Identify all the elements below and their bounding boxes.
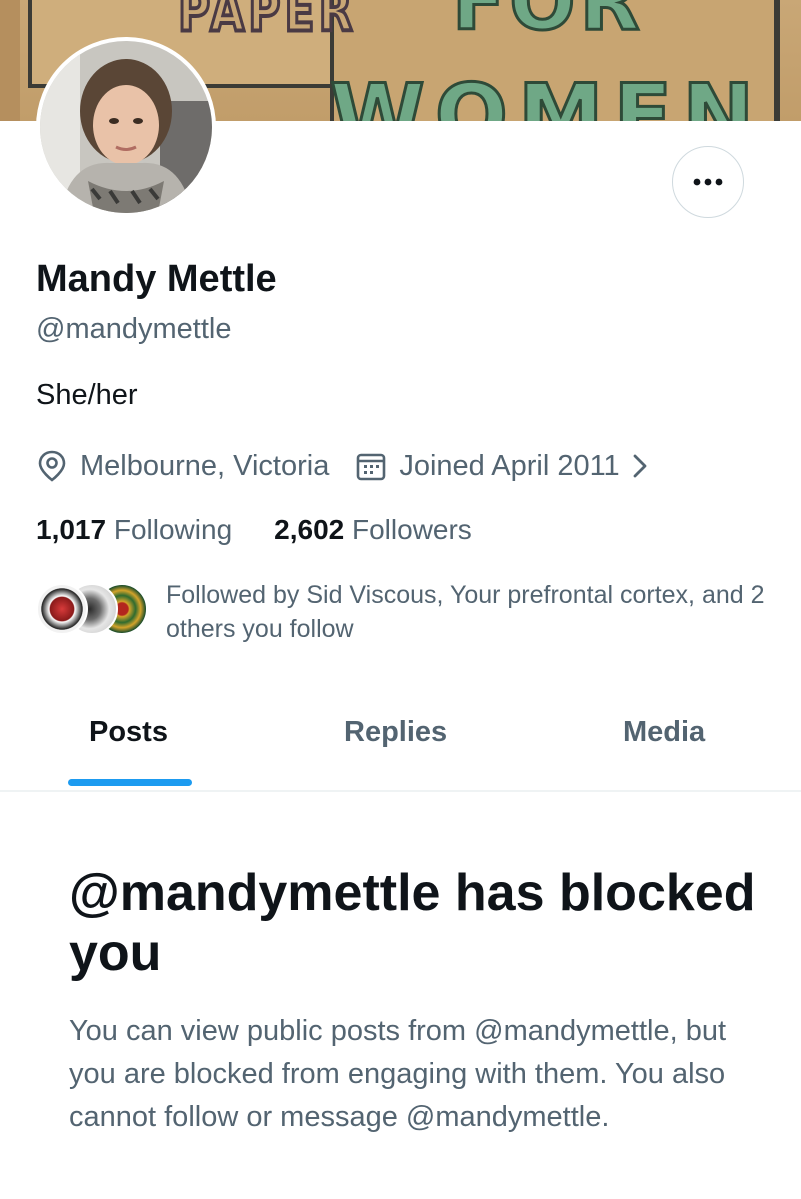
chevron-right-icon	[632, 453, 648, 479]
banner-word-women: WOMEN	[328, 65, 765, 122]
tab-replies[interactable]: Replies	[344, 716, 447, 749]
follower-avatar	[36, 583, 88, 635]
profile-tabs: Posts Replies Media	[0, 690, 801, 791]
location-text: Melbourne, Victoria	[80, 449, 330, 482]
followed-by-row[interactable]: Followed by Sid Viscous, Your prefrontal…	[36, 578, 766, 646]
following-label: Following	[113, 514, 233, 545]
location-pin-icon	[36, 449, 68, 483]
followers-label: Followers	[352, 514, 472, 545]
blocked-body: You can view public posts from @mandymet…	[69, 1015, 727, 1133]
followers-count: 2,602	[274, 514, 345, 545]
tab-media[interactable]: Media	[623, 716, 705, 749]
profile-bio: She/her	[36, 379, 138, 411]
following-count: 1,017	[36, 514, 107, 545]
tab-posts[interactable]: Posts	[89, 716, 168, 749]
avatar-photo	[40, 41, 212, 213]
more-options-button[interactable]	[672, 146, 744, 218]
profile-handle: @mandymettle	[36, 313, 232, 345]
more-dots-icon	[693, 178, 723, 186]
tabs-divider	[0, 790, 801, 792]
profile-page: PAPER FOR WOMEN Mandy Mettle @mandymettl…	[0, 0, 801, 1199]
active-tab-indicator	[68, 779, 192, 786]
joined-item[interactable]: Joined April 2011	[355, 450, 647, 483]
blocked-title: @mandymettle has blocked you	[69, 864, 756, 982]
calendar-icon	[355, 450, 387, 482]
location-item: Melbourne, Victoria	[36, 449, 329, 483]
profile-avatar[interactable]	[36, 37, 216, 217]
following-link[interactable]: 1,017 Following	[36, 514, 232, 546]
joined-text: Joined April 2011	[399, 449, 620, 482]
banner-word-for: FOR	[451, 0, 644, 50]
banner-word-paper: PAPER	[176, 0, 357, 47]
followers-link[interactable]: 2,602 Followers	[274, 514, 472, 546]
followed-by-text: Followed by Sid Viscous, Your prefrontal…	[166, 581, 765, 643]
profile-meta: Melbourne, Victoria Joined April 2011	[36, 448, 648, 484]
follow-counts: 1,017 Following 2,602 Followers	[36, 514, 514, 546]
followed-by-avatars	[36, 578, 148, 638]
banner-edge	[0, 0, 20, 121]
profile-name: Mandy Mettle	[36, 258, 277, 300]
